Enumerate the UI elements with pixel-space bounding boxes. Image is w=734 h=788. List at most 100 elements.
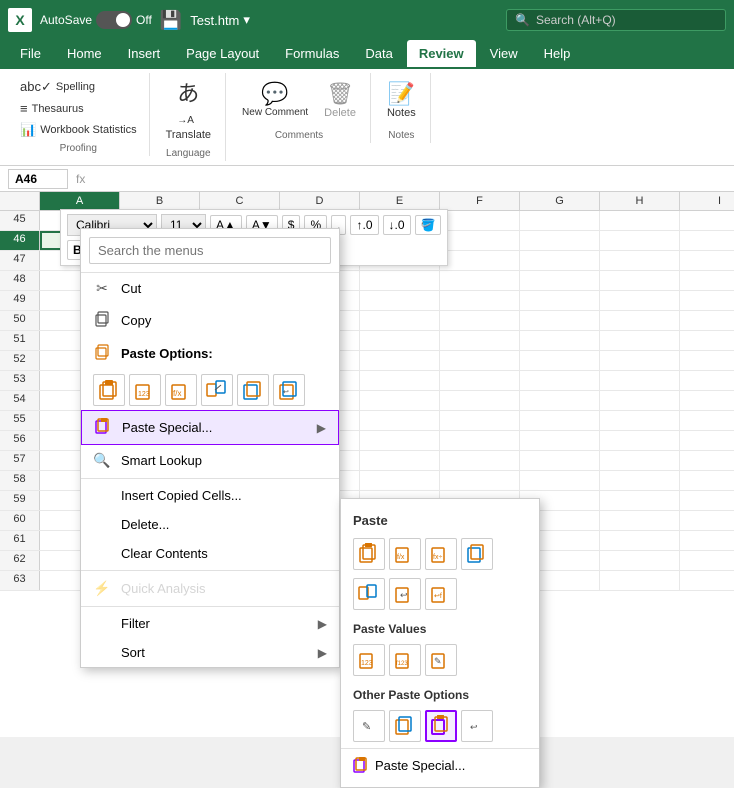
sub-paste-icon-2[interactable]: f/x	[389, 538, 421, 570]
paste-icon-regular[interactable]	[93, 374, 125, 406]
cell-e51[interactable]	[360, 331, 440, 350]
cell-i50[interactable]	[680, 311, 734, 330]
context-item-copy[interactable]: Copy	[81, 304, 339, 337]
row-header-45[interactable]: 45	[0, 211, 40, 230]
cell-e55[interactable]	[360, 411, 440, 430]
cell-i58[interactable]	[680, 471, 734, 490]
row-header-54[interactable]: 54	[0, 391, 40, 410]
autosave-toggle[interactable]	[96, 11, 132, 29]
spelling-button[interactable]: abc✓ Spelling	[16, 77, 141, 97]
row-header-63[interactable]: 63	[0, 571, 40, 590]
cell-g53[interactable]	[520, 371, 600, 390]
cell-h51[interactable]	[600, 331, 680, 350]
decrease-decimal-button[interactable]: ↓.0	[383, 215, 411, 235]
cell-f49[interactable]	[440, 291, 520, 310]
cell-e56[interactable]	[360, 431, 440, 450]
cell-h45[interactable]	[600, 211, 680, 230]
col-header-i[interactable]: I	[680, 192, 734, 210]
notes-button[interactable]: 📝 Notes	[381, 79, 422, 123]
cell-f56[interactable]	[440, 431, 520, 450]
col-header-c[interactable]: C	[200, 192, 280, 210]
row-header-48[interactable]: 48	[0, 271, 40, 290]
row-header-50[interactable]: 50	[0, 311, 40, 330]
row-header-46[interactable]: 46	[0, 231, 40, 250]
cell-i45[interactable]	[680, 211, 734, 230]
col-header-e[interactable]: E	[360, 192, 440, 210]
cell-h59[interactable]	[600, 491, 680, 510]
row-header-51[interactable]: 51	[0, 331, 40, 350]
cell-f45[interactable]	[440, 211, 520, 230]
tab-page-layout[interactable]: Page Layout	[174, 40, 271, 69]
cell-h46[interactable]	[600, 231, 680, 250]
row-header-59[interactable]: 59	[0, 491, 40, 510]
sub-paste-icon-4[interactable]	[461, 538, 493, 570]
cell-e53[interactable]	[360, 371, 440, 390]
cell-f52[interactable]	[440, 351, 520, 370]
cell-f54[interactable]	[440, 391, 520, 410]
tab-help[interactable]: Help	[532, 40, 583, 69]
cell-i60[interactable]	[680, 511, 734, 530]
cell-h61[interactable]	[600, 531, 680, 550]
cell-f57[interactable]	[440, 451, 520, 470]
row-header-55[interactable]: 55	[0, 411, 40, 430]
context-item-insert-copied[interactable]: Insert Copied Cells...	[81, 481, 339, 510]
cell-i61[interactable]	[680, 531, 734, 550]
context-item-smart-lookup[interactable]: 🔍 Smart Lookup	[81, 445, 339, 476]
context-item-clear-contents[interactable]: Clear Contents	[81, 539, 339, 568]
tab-formulas[interactable]: Formulas	[273, 40, 351, 69]
cell-g49[interactable]	[520, 291, 600, 310]
cell-h49[interactable]	[600, 291, 680, 310]
cell-i62[interactable]	[680, 551, 734, 570]
cell-h55[interactable]	[600, 411, 680, 430]
cell-f53[interactable]	[440, 371, 520, 390]
row-header-57[interactable]: 57	[0, 451, 40, 470]
tab-file[interactable]: File	[8, 40, 53, 69]
paste-icon-transpose[interactable]	[201, 374, 233, 406]
increase-decimal-button[interactable]: ↑.0	[350, 215, 378, 235]
cell-e48[interactable]	[360, 271, 440, 290]
cell-g51[interactable]	[520, 331, 600, 350]
cell-i56[interactable]	[680, 431, 734, 450]
context-item-filter[interactable]: Filter ▶	[81, 609, 339, 638]
sub-paste-icon-3[interactable]: fx÷	[425, 538, 457, 570]
cell-f48[interactable]	[440, 271, 520, 290]
cell-h63[interactable]	[600, 571, 680, 590]
cell-g45[interactable]	[520, 211, 600, 230]
cell-f58[interactable]	[440, 471, 520, 490]
cell-i49[interactable]	[680, 291, 734, 310]
cell-f55[interactable]	[440, 411, 520, 430]
sub-other-icon-1[interactable]: ✎	[353, 710, 385, 742]
tab-insert[interactable]: Insert	[116, 40, 173, 69]
col-header-b[interactable]: B	[120, 192, 200, 210]
cell-h62[interactable]	[600, 551, 680, 570]
cell-reference[interactable]: A46	[8, 169, 68, 189]
save-button[interactable]: 💾	[160, 10, 182, 31]
translate-button[interactable]: あ→A Translate	[160, 79, 217, 145]
sub-paste-icon-5[interactable]	[353, 578, 385, 610]
cell-g47[interactable]	[520, 251, 600, 270]
sub-paste-icon-1[interactable]	[353, 538, 385, 570]
paint-bucket-button[interactable]: 🪣	[415, 215, 442, 235]
sub-paste-icon-7[interactable]: ↩f	[425, 578, 457, 610]
row-header-56[interactable]: 56	[0, 431, 40, 450]
cell-i51[interactable]	[680, 331, 734, 350]
paste-icon-link[interactable]: ↩	[273, 374, 305, 406]
cell-e49[interactable]	[360, 291, 440, 310]
cell-h53[interactable]	[600, 371, 680, 390]
cell-i55[interactable]	[680, 411, 734, 430]
col-header-f[interactable]: F	[440, 192, 520, 210]
cell-f50[interactable]	[440, 311, 520, 330]
col-header-a[interactable]: A	[40, 192, 120, 210]
cell-h47[interactable]	[600, 251, 680, 270]
cell-i46[interactable]	[680, 231, 734, 250]
paste-icon-formatting[interactable]	[237, 374, 269, 406]
cell-g52[interactable]	[520, 351, 600, 370]
cell-g48[interactable]	[520, 271, 600, 290]
row-header-53[interactable]: 53	[0, 371, 40, 390]
context-item-delete[interactable]: Delete...	[81, 510, 339, 539]
cell-e58[interactable]	[360, 471, 440, 490]
cell-e54[interactable]	[360, 391, 440, 410]
cell-e57[interactable]	[360, 451, 440, 470]
cell-g56[interactable]	[520, 431, 600, 450]
context-item-quick-analysis[interactable]: ⚡ Quick Analysis	[81, 573, 339, 604]
